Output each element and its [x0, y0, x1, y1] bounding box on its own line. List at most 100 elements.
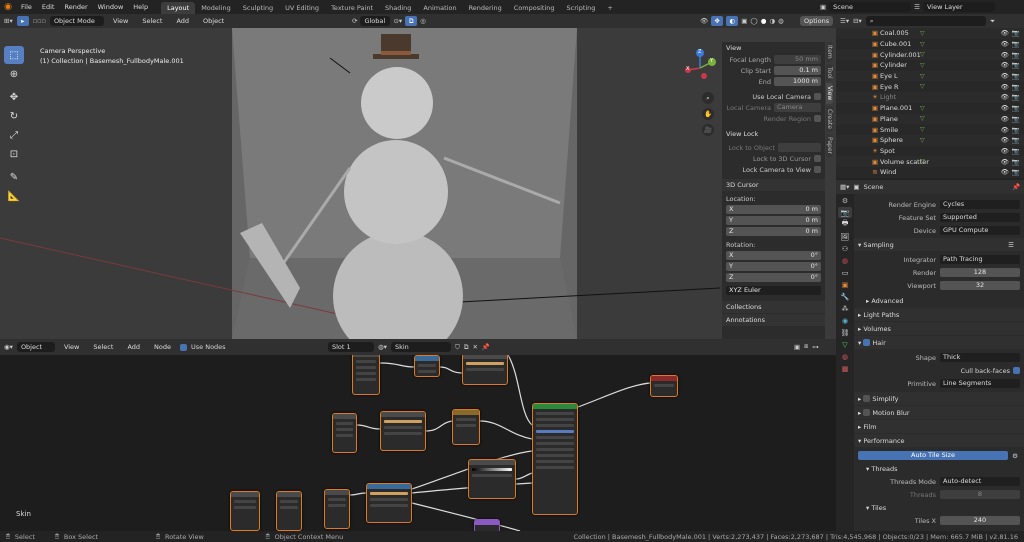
render-engine-select[interactable]: Cycles — [940, 200, 1020, 209]
auto-tile-button[interactable]: Auto Tile Size — [858, 451, 1008, 460]
pin-icon[interactable]: 📌 — [482, 343, 490, 351]
eye-icon[interactable]: 👁 — [1001, 158, 1009, 166]
collection-props-icon[interactable]: ▭ — [838, 267, 852, 278]
outliner-item[interactable]: ☀ Spot 👁 📷 — [836, 146, 1024, 157]
eye-icon[interactable]: 👁 — [1001, 136, 1009, 144]
node-8[interactable] — [366, 483, 412, 523]
select-mode-icons[interactable]: ▫▫▫ — [33, 17, 46, 25]
cursor-loc-x-row[interactable]: X 0 m — [722, 204, 825, 215]
proportional-icon[interactable]: ◎ — [420, 17, 426, 25]
node-editor-type-icon[interactable]: ◉▾ — [4, 343, 13, 351]
sampling-panel-header[interactable]: ▾ Sampling ☰ — [854, 238, 1024, 251]
primitive-select[interactable]: Line Segments — [940, 379, 1020, 388]
render-camera-icon[interactable]: 📷 — [1012, 51, 1020, 59]
rotate-tool-icon[interactable]: ↻ — [4, 107, 24, 125]
world-props-icon[interactable]: ◍ — [838, 255, 852, 266]
mesh-data-icon[interactable]: ▽ — [920, 105, 925, 112]
mode-selector[interactable]: Object Mode — [49, 16, 104, 26]
light-paths-panel-header[interactable]: ▸ Light Paths — [854, 308, 1024, 321]
overlay-node-icon[interactable]: ⊶ — [812, 343, 819, 351]
fake-user-icon[interactable]: ⛉ — [455, 343, 460, 352]
render-camera-icon[interactable]: 📷 — [1012, 72, 1020, 80]
camera-view-icon[interactable]: 🎥 — [702, 124, 714, 136]
annotate-tool-icon[interactable]: ✎ — [4, 168, 24, 186]
mesh-data-icon[interactable]: ▽ — [920, 126, 925, 133]
tab-layout[interactable]: Layout — [161, 1, 196, 14]
render-region-row[interactable]: Render Region — [722, 113, 825, 124]
node-3[interactable] — [462, 355, 508, 385]
tab-create[interactable]: Create — [826, 105, 833, 132]
node-1[interactable] — [352, 355, 380, 395]
move-tool-icon[interactable]: ✥ — [4, 88, 24, 106]
shader-type-selector[interactable]: Object — [16, 342, 55, 352]
simplify-checkbox[interactable] — [863, 395, 871, 402]
view-lock-header[interactable]: View Lock — [722, 128, 825, 140]
mesh-data-icon[interactable]: ▽ — [920, 62, 925, 69]
tiles-subpanel[interactable]: ▾ Tiles — [854, 501, 1024, 514]
modifier-props-icon[interactable]: 🔧 — [838, 291, 852, 302]
texture-props-icon[interactable]: ▩ — [838, 363, 852, 374]
feature-set-select[interactable]: Supported — [940, 213, 1020, 222]
tab-rendering[interactable]: Rendering — [463, 2, 508, 14]
motion-blur-checkbox[interactable] — [863, 409, 871, 416]
shader-node-editor[interactable]: Skin — [0, 355, 836, 531]
tab-compositing[interactable]: Compositing — [508, 2, 561, 14]
eye-icon[interactable]: 👁 — [1001, 61, 1009, 69]
eye-icon[interactable]: 👁 — [1001, 168, 1009, 176]
use-nodes-checkbox[interactable] — [180, 343, 187, 351]
blender-logo-icon[interactable]: ◉ — [0, 2, 16, 12]
outliner-search-input[interactable]: ⌕ — [865, 16, 986, 26]
sampling-presets-icon[interactable]: ☰ — [1008, 241, 1014, 249]
device-select[interactable]: GPU Compute — [940, 226, 1020, 235]
outliner-item[interactable]: ≋ Wind 👁 📷 — [836, 167, 1024, 178]
ne-menu-node[interactable]: Node — [149, 340, 176, 354]
outliner-item[interactable]: ▣ Cube.001 ▽ 👁 📷 — [836, 39, 1024, 50]
physics-props-icon[interactable]: ◉ — [838, 315, 852, 326]
shading-material-icon[interactable]: ◑ — [769, 17, 775, 25]
clip-start-field[interactable]: 0.1 m — [774, 66, 821, 75]
use-local-camera-checkbox[interactable] — [814, 93, 821, 100]
outliner-type-icon[interactable]: ☰▾ — [840, 17, 849, 25]
filter-icon[interactable]: ⏷ — [990, 17, 995, 26]
tiles-x-field[interactable]: 240 — [940, 516, 1020, 525]
object-props-icon[interactable]: ▣ — [838, 279, 852, 290]
menu-window[interactable]: Window — [93, 0, 129, 14]
tab-animation[interactable]: Animation — [417, 2, 462, 14]
cursor-panel-header[interactable]: 3D Cursor — [722, 179, 825, 191]
3d-viewport[interactable]: Camera Perspective (1) Collection | Base… — [0, 28, 836, 339]
mesh-data-icon[interactable]: ▽ — [920, 73, 925, 80]
eye-icon[interactable]: 👁 — [1001, 29, 1009, 37]
node-2[interactable] — [414, 355, 440, 377]
tab-sculpting[interactable]: Sculpting — [237, 2, 279, 14]
outliner-item[interactable]: ▣ Sphere ▽ 👁 📷 — [836, 134, 1024, 146]
tab-paper[interactable]: Paper — [826, 133, 833, 157]
cursor-tool-icon[interactable]: ⊕ — [4, 65, 24, 83]
mesh-data-icon[interactable]: ▽ — [920, 137, 925, 144]
snap-node-icon[interactable]: ⧈ — [804, 342, 808, 351]
ne-menu-add[interactable]: Add — [122, 340, 145, 354]
cursor-loc-y-row[interactable]: Y 0 m — [722, 215, 825, 226]
hair-shape-select[interactable]: Thick — [940, 353, 1020, 362]
menu-help[interactable]: Help — [128, 0, 153, 14]
outliner-item[interactable]: ▣ Eye R ▽ 👁 📷 — [836, 81, 1024, 92]
tab-tool[interactable]: Tool — [826, 63, 833, 82]
vp-menu-object[interactable]: Object — [198, 14, 229, 28]
node-4[interactable] — [332, 413, 357, 453]
backdrop-icon[interactable]: ▣ — [794, 343, 800, 351]
node-12[interactable] — [474, 519, 500, 531]
eye-icon[interactable]: 👁 — [1001, 126, 1009, 134]
outliner-item[interactable]: ▣ Cylinder.001 ▽ 👁 📷 — [836, 49, 1024, 61]
editor-type-icon[interactable]: ⊞▾ — [4, 17, 13, 25]
collections-panel-header[interactable]: Collections — [722, 301, 825, 313]
render-samples-field[interactable]: 128 — [940, 268, 1020, 277]
render-camera-icon[interactable]: 📷 — [1012, 104, 1020, 112]
outliner-item[interactable]: ▣ Coal.005 ▽ 👁 📷 — [836, 28, 1024, 39]
orientation-selector[interactable]: Global — [360, 16, 391, 26]
properties-type-icon[interactable]: ▦▾ — [840, 183, 849, 191]
node-10[interactable] — [230, 491, 260, 531]
transform-tool-icon[interactable]: ⊡ — [4, 145, 24, 163]
material-icon[interactable]: ◍▾ — [378, 343, 387, 351]
particle-props-icon[interactable]: ⁂ — [838, 303, 852, 314]
menu-file[interactable]: File — [16, 0, 37, 14]
vp-menu-add[interactable]: Add — [171, 14, 194, 28]
